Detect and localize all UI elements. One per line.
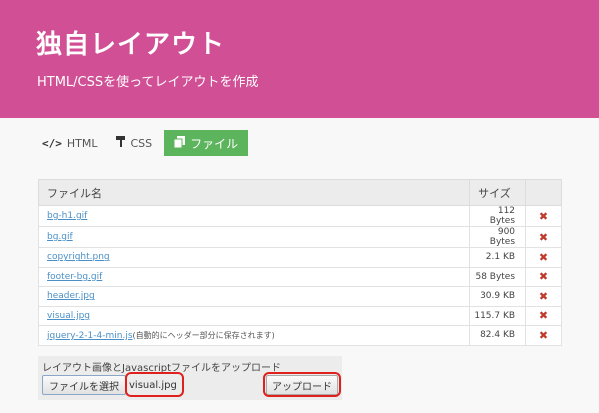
file-link[interactable]: visual.jpg [47,311,90,321]
file-link[interactable]: bg-h1.gif [47,211,87,221]
file-size: 58 Bytes [469,266,527,287]
tab-label: CSS [130,136,153,150]
file-link[interactable]: copyright.png [47,252,110,262]
choose-file-button[interactable]: ファイルを選択 [42,375,126,395]
paint-roller-icon [115,136,126,150]
table-row: jquery-2-1-4-min.js(自動的にヘッダー部分に保存されます) 8… [37,325,562,346]
col-size: サイズ [469,179,527,206]
file-name-cell: footer-bg.gif [37,266,471,287]
col-delete [525,179,562,206]
upload-panel: レイアウト画像とJavascriptファイルをアップロード ファイルを選択 vi… [38,356,342,400]
file-table: ファイル名 サイズ bg-h1.gif 112 Bytes ✖ bg.gif 9… [37,179,562,346]
upload-label: レイアウト画像とJavascriptファイルをアップロード [42,363,281,374]
table-header-row: ファイル名 サイズ [37,179,562,206]
file-size: 2.1 KB [469,247,527,268]
file-name-cell: bg-h1.gif [37,205,471,227]
file-size: 115.7 KB [469,305,527,326]
table-row: bg-h1.gif 112 Bytes ✖ [37,205,562,227]
delete-x-icon[interactable]: ✖ [525,226,562,248]
file-size: 82.4 KB [469,325,527,346]
tab-html[interactable]: </> HTML [36,130,104,156]
table-row: copyright.png 2.1 KB ✖ [37,247,562,268]
file-name-cell: copyright.png [37,247,471,268]
file-link[interactable]: bg.gif [47,232,73,242]
table-row: header.jpg 30.9 KB ✖ [37,286,562,307]
delete-x-icon[interactable]: ✖ [525,286,562,307]
page-title: 独自レイアウト [36,30,226,60]
tab-css[interactable]: CSS [110,130,159,156]
file-link[interactable]: footer-bg.gif [47,272,102,282]
code-icon: </> [42,136,62,150]
file-link[interactable]: jquery-2-1-4-min.js [47,331,133,341]
file-size: 900 Bytes [469,226,527,248]
table-row: footer-bg.gif 58 Bytes ✖ [37,266,562,287]
delete-x-icon[interactable]: ✖ [525,305,562,326]
table-row: bg.gif 900 Bytes ✖ [37,226,562,248]
page-header: 独自レイアウト HTML/CSSを使ってレイアウトを作成 [0,0,599,118]
delete-x-icon[interactable]: ✖ [525,325,562,346]
selected-file-name: visual.jpg [129,379,177,391]
file-note: (自動的にヘッダー部分に保存されます) [132,330,275,340]
delete-x-icon[interactable]: ✖ [525,205,562,227]
file-name-cell: bg.gif [37,226,471,248]
tab-files[interactable]: ファイル [164,130,249,156]
delete-x-icon[interactable]: ✖ [525,266,562,287]
files-icon [173,135,186,151]
file-name-cell: header.jpg [37,286,471,307]
file-size: 30.9 KB [469,286,527,307]
table-row: visual.jpg 115.7 KB ✖ [37,305,562,326]
page-subtitle: HTML/CSSを使ってレイアウトを作成 [37,75,259,90]
tab-label: HTML [66,136,98,150]
main-content: </> HTML CSS ファイル ファイル名 サイズ bg-h1.gif 11… [0,118,599,413]
col-filename: ファイル名 [37,179,471,206]
file-name-cell: jquery-2-1-4-min.js(自動的にヘッダー部分に保存されます) [37,325,471,346]
delete-x-icon[interactable]: ✖ [525,247,562,268]
upload-button[interactable]: アップロード [266,375,338,395]
tab-bar: </> HTML CSS ファイル [36,130,254,156]
file-link[interactable]: header.jpg [47,291,95,301]
file-name-cell: visual.jpg [37,305,471,326]
file-size: 112 Bytes [469,205,527,227]
tab-label: ファイル [190,136,239,151]
